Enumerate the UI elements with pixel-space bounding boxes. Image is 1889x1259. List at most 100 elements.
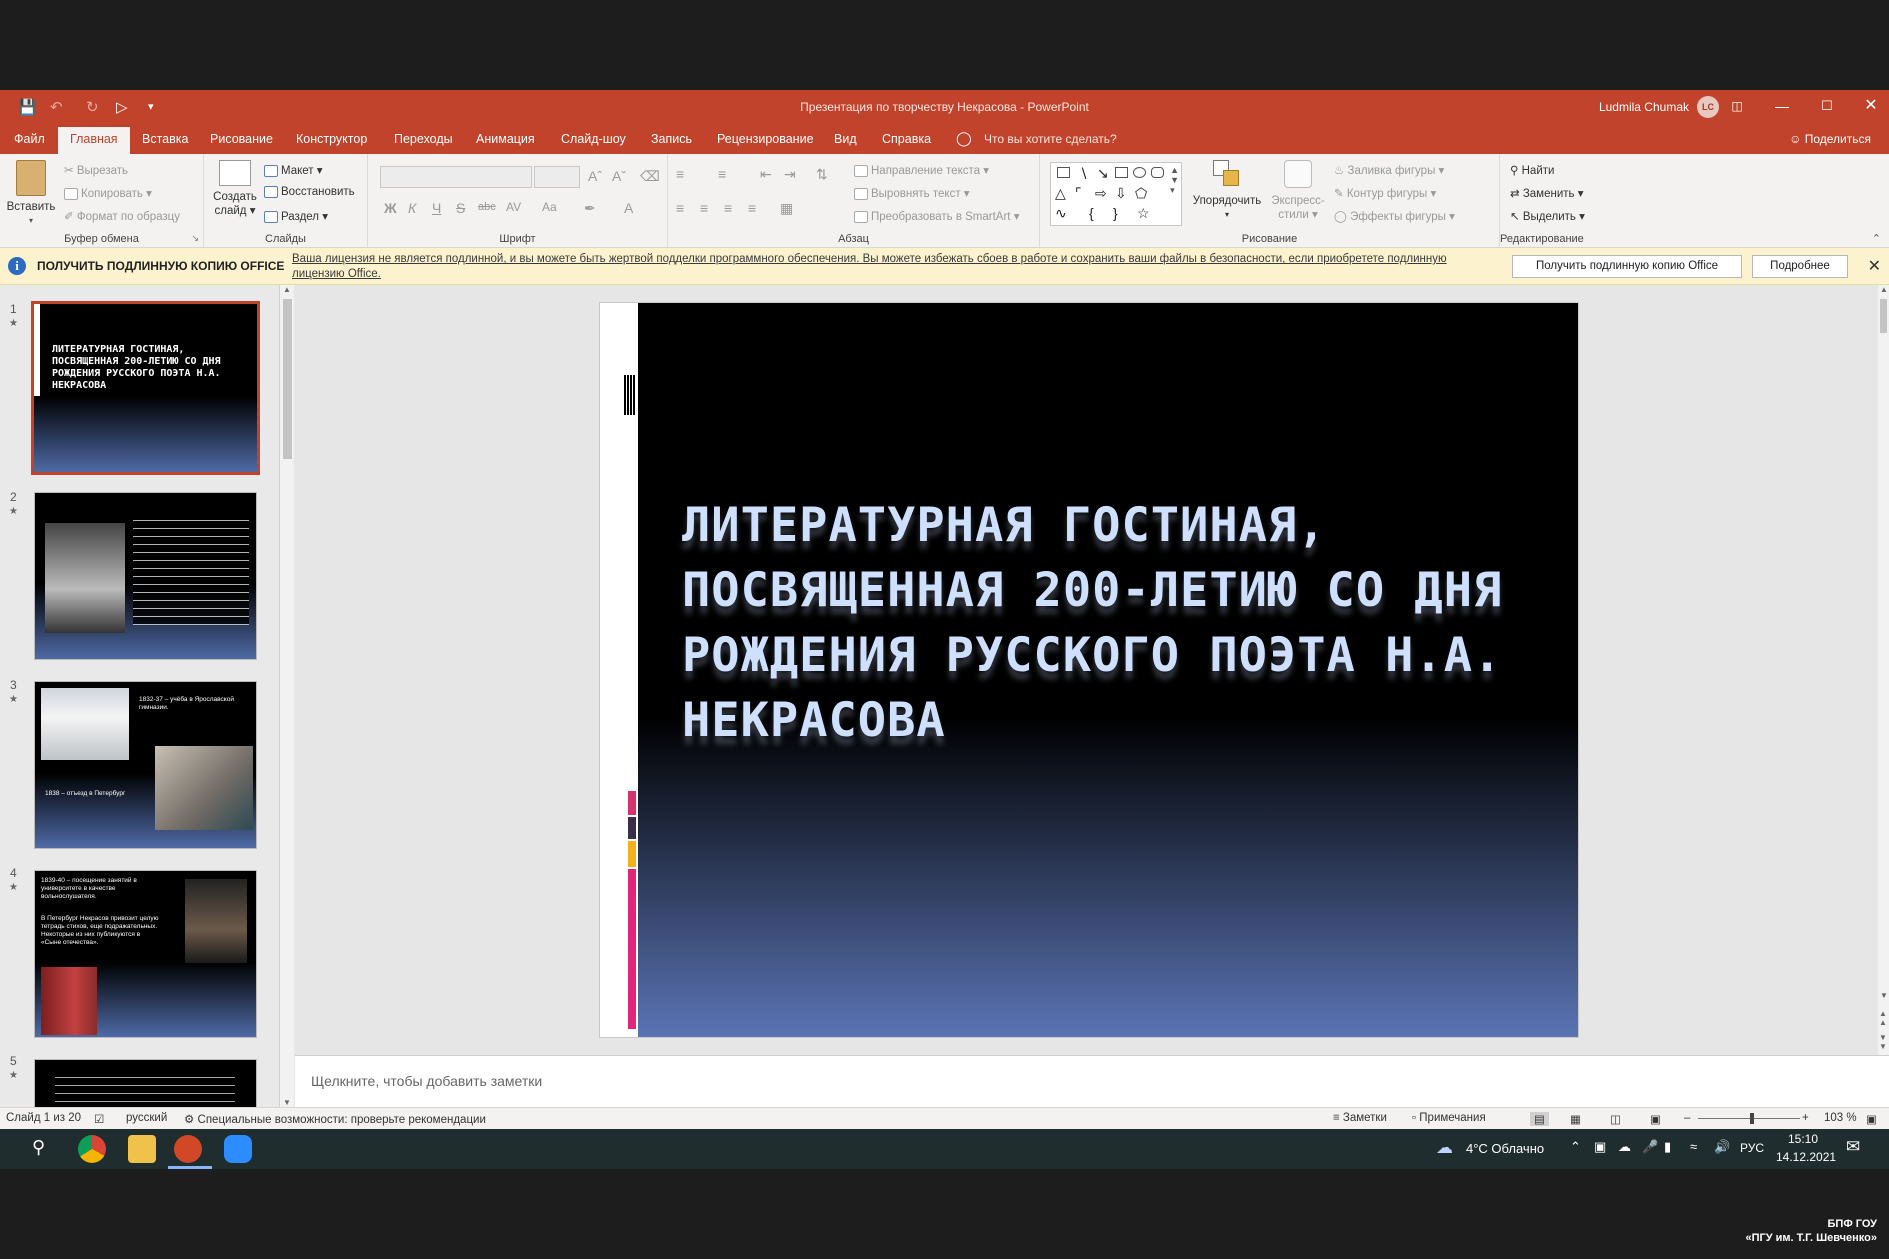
dialog-launcher-icon[interactable]: ↘ (191, 233, 199, 244)
connector-shape-icon[interactable]: ⌜ (1075, 185, 1082, 202)
tab-home[interactable]: Главная (58, 127, 130, 154)
meet-now-icon[interactable]: ▣ (1594, 1139, 1606, 1155)
strikethrough-button[interactable]: abc (478, 201, 496, 213)
file-explorer-icon[interactable] (128, 1135, 156, 1163)
scrollbar-thumb[interactable] (283, 299, 292, 459)
gallery-scroll-icon[interactable]: ▲ ▼ ▾ (1170, 165, 1179, 196)
smartart-button[interactable]: Преобразовать в SmartArt ▾ (854, 209, 1019, 223)
decrease-font-icon[interactable]: Aˇ (612, 168, 626, 184)
next-slide-icon[interactable]: ▼ ▼ (1879, 1033, 1887, 1051)
font-name-combo[interactable] (380, 166, 532, 188)
italic-button[interactable]: К (408, 200, 416, 216)
shape-fill-button[interactable]: ♨ Заливка фигуры ▾ (1334, 163, 1444, 177)
shapes-gallery[interactable]: ∖ ↘ △ ⌜ ⇨ ⇩ ⬠ ∿ { } ☆ ▲ ▼ ▾ (1050, 162, 1182, 226)
scroll-up-icon[interactable]: ▲ (283, 285, 291, 294)
zoom-app-icon[interactable] (224, 1135, 252, 1163)
notes-toggle[interactable]: ≡ Заметки (1333, 1112, 1387, 1124)
notifications-icon[interactable]: ✉ (1846, 1137, 1860, 1157)
down-arrow-shape-icon[interactable]: ⇩ (1115, 185, 1127, 202)
close-icon[interactable]: ✕ (1868, 256, 1881, 276)
pentagon-shape-icon[interactable]: ⬠ (1135, 185, 1147, 202)
line-spacing-icon[interactable]: ⇅ (816, 166, 828, 183)
line-shape-icon[interactable]: ∖ (1079, 165, 1088, 182)
tab-view[interactable]: Вид (834, 132, 857, 146)
text-direction-button[interactable]: Направление текста ▾ (854, 163, 989, 177)
slide-thumbnail-2[interactable] (34, 492, 257, 660)
previous-slide-icon[interactable]: ▲ ▲ (1879, 1009, 1887, 1027)
cut-button[interactable]: ✂ Вырезать (64, 163, 128, 177)
tab-animations[interactable]: Анимация (476, 132, 535, 146)
microphone-icon[interactable]: 🎤 (1642, 1139, 1658, 1155)
slide-title[interactable]: ЛИТЕРАТУРНАЯ ГОСТИНАЯ, ПОСВЯЩЕННАЯ 200-Л… (682, 493, 1552, 753)
tab-transitions[interactable]: Переходы (394, 132, 453, 146)
justify-icon[interactable]: ≡ (748, 200, 756, 216)
spellcheck-icon[interactable]: ☑ (94, 1112, 104, 1126)
change-case-button[interactable]: Aa (542, 200, 557, 214)
zoom-slider[interactable] (1698, 1113, 1800, 1124)
shape-effects-button[interactable]: ◯ Эффекты фигуры ▾ (1334, 209, 1455, 223)
battery-icon[interactable]: ▮ (1664, 1139, 1671, 1155)
tab-help[interactable]: Справка (882, 132, 931, 146)
select-button[interactable]: ↖ Выделить ▾ (1510, 209, 1585, 223)
tell-me-input[interactable]: Что вы хотите сделать? (984, 132, 1117, 146)
current-slide[interactable]: ЛИТЕРАТУРНАЯ ГОСТИНАЯ, ПОСВЯЩЕННАЯ 200-Л… (600, 303, 1578, 1037)
language-indicator[interactable]: русский (126, 1112, 167, 1124)
shadow-button[interactable]: S (456, 200, 465, 216)
shape-outline-button[interactable]: ✎ Контур фигуры ▾ (1334, 186, 1436, 200)
wifi-icon[interactable]: ≈ (1690, 1139, 1697, 1154)
scrollbar-thumb[interactable] (1880, 299, 1887, 333)
tab-slideshow[interactable]: Слайд-шоу (561, 132, 626, 146)
close-icon[interactable]: ✕ (1856, 95, 1886, 117)
reading-view-icon[interactable]: ◫ (1610, 1112, 1621, 1126)
triangle-shape-icon[interactable]: △ (1055, 185, 1066, 202)
clock-time[interactable]: 15:10 (1788, 1132, 1818, 1146)
thumbnail-scrollbar[interactable]: ▲ ▼ (280, 285, 294, 1107)
tab-design[interactable]: Конструктор (296, 132, 367, 146)
user-name[interactable]: Ludmila Chumak (1599, 100, 1689, 114)
tab-file[interactable]: Файл (14, 132, 45, 146)
slide-thumbnail-1[interactable]: ЛИТЕРАТУРНАЯ ГОСТИНАЯ, ПОСВЯЩЕННАЯ 200-Л… (31, 301, 260, 475)
columns-icon[interactable]: ▦ (780, 200, 793, 217)
zoom-out-icon[interactable]: – (1684, 1112, 1690, 1124)
show-hidden-icons-icon[interactable]: ⌃ (1570, 1139, 1581, 1155)
arrange-button[interactable]: Упорядочить ▾ (1190, 160, 1264, 222)
curve-shape-icon[interactable]: ∿ (1055, 205, 1067, 222)
notes-placeholder[interactable]: Щелкните, чтобы добавить заметки (311, 1073, 542, 1089)
learn-more-button[interactable]: Подробнее (1752, 255, 1848, 278)
new-slide-button[interactable]: Создать слайд ▾ (210, 160, 260, 218)
slide-sorter-icon[interactable]: ▦ (1570, 1112, 1581, 1126)
copy-button[interactable]: Копировать ▾ (64, 186, 152, 200)
format-painter-button[interactable]: ✐ Формат по образцу (64, 209, 180, 223)
find-button[interactable]: ⚲ Найти (1510, 163, 1554, 177)
warning-message-link[interactable]: Ваша лицензия не является подлинной, и в… (292, 252, 1492, 282)
fit-to-window-icon[interactable]: ▣ (1866, 1112, 1877, 1126)
char-spacing-button[interactable]: AV (506, 200, 521, 214)
right-arrow-shape-icon[interactable]: ⇨ (1095, 185, 1107, 202)
ribbon-display-options-icon[interactable]: ◫ (1722, 95, 1752, 117)
decrease-indent-icon[interactable]: ⇤ (760, 166, 772, 183)
zoom-in-icon[interactable]: + (1802, 1112, 1809, 1124)
scroll-up-icon[interactable]: ▲ (1880, 285, 1888, 294)
brace-right-shape-icon[interactable]: } (1113, 205, 1118, 221)
rounded-rect-shape-icon[interactable] (1151, 167, 1164, 178)
powerpoint-icon[interactable] (174, 1135, 202, 1163)
maximize-icon[interactable]: ☐ (1812, 95, 1842, 117)
numbering-icon[interactable]: ≡ (718, 166, 726, 182)
slide-thumbnail-4[interactable]: 1839-40 – посещение занятий в университе… (34, 870, 257, 1038)
align-center-icon[interactable]: ≡ (700, 200, 708, 216)
clock-date[interactable]: 14.12.2021 (1776, 1150, 1836, 1164)
zoom-level[interactable]: 103 % (1824, 1112, 1857, 1124)
onedrive-icon[interactable]: ☁ (1618, 1139, 1631, 1155)
comments-toggle[interactable]: ▫ Примечания (1412, 1112, 1486, 1124)
font-size-combo[interactable] (534, 166, 580, 188)
slide-thumbnail-5[interactable] (34, 1059, 257, 1107)
scroll-down-icon[interactable]: ▼ (283, 1098, 291, 1107)
bullets-icon[interactable]: ≡ (676, 166, 684, 182)
bold-button[interactable]: Ж (384, 200, 397, 216)
rectangle-shape-icon[interactable] (1115, 167, 1128, 178)
star-shape-icon[interactable]: ☆ (1137, 205, 1150, 222)
normal-view-icon[interactable]: ▤ (1530, 1112, 1549, 1126)
tab-insert[interactable]: Вставка (142, 132, 188, 146)
oval-shape-icon[interactable] (1133, 167, 1146, 178)
slide-thumbnail-3[interactable]: 1832-37 – учёба в Ярославской гимназии. … (34, 681, 257, 849)
